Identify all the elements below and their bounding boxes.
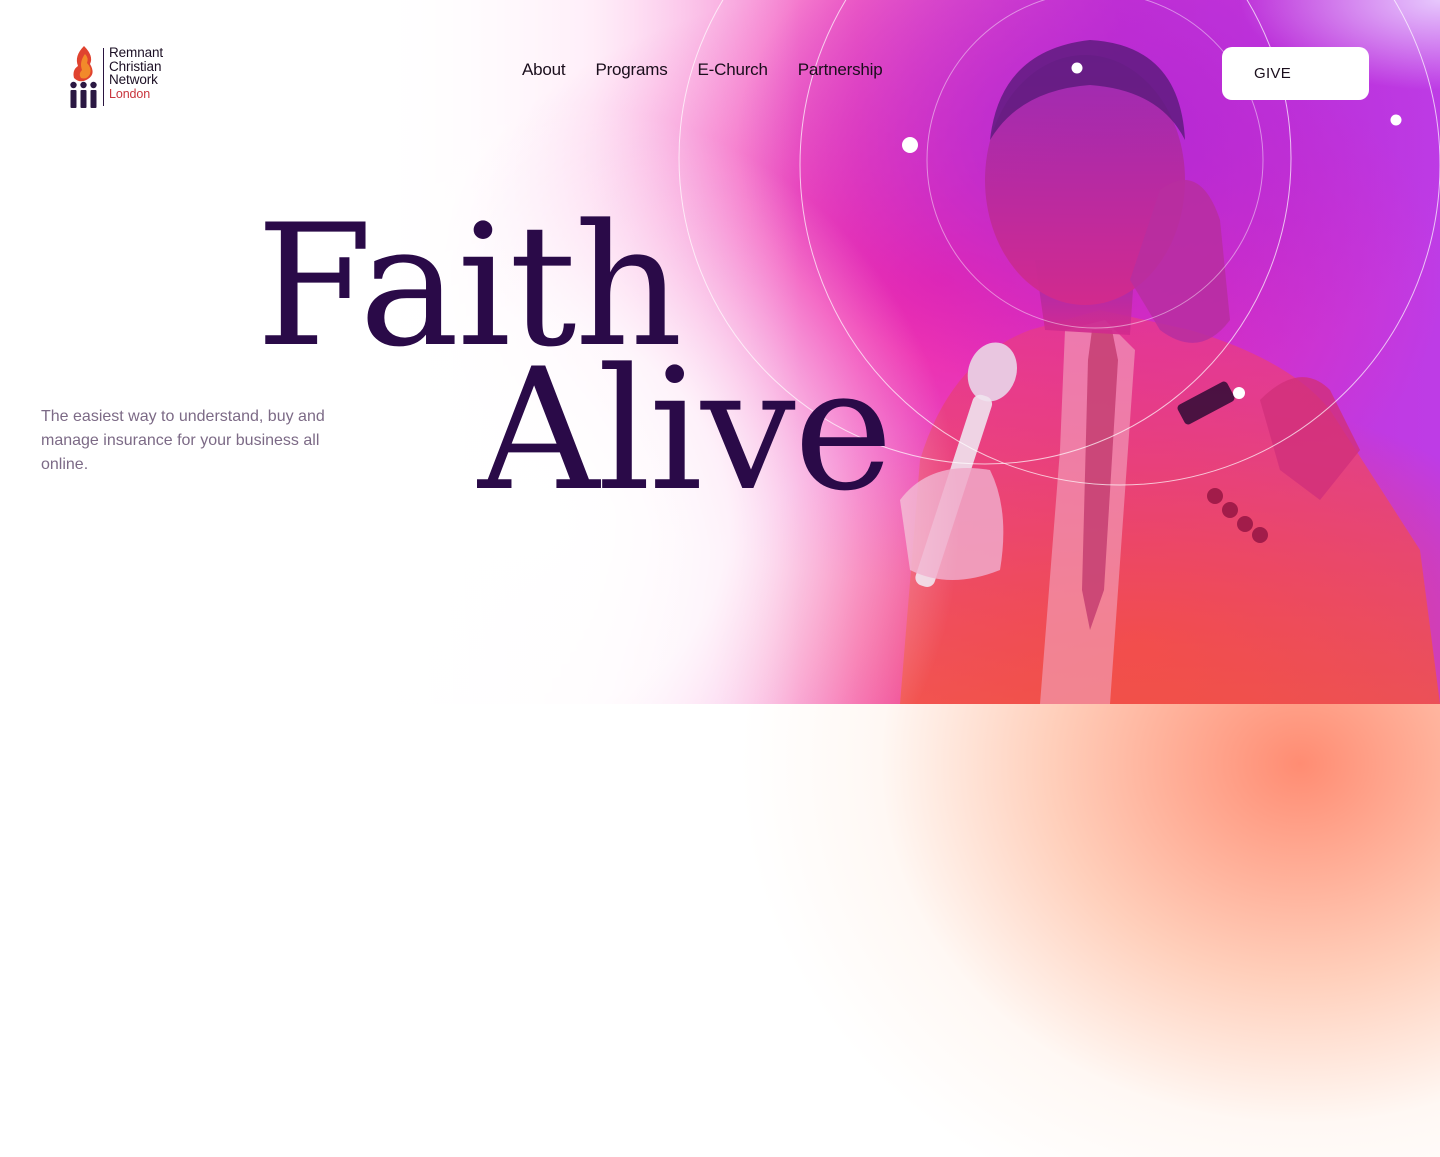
- main-nav: About Programs E-Church Partnership: [522, 60, 912, 80]
- logo-divider: [103, 48, 104, 106]
- nav-item-e-church[interactable]: E-Church: [698, 60, 768, 80]
- hero-section: Remnant Christian Network London About P…: [0, 0, 1440, 1157]
- nav-item-programs[interactable]: Programs: [595, 60, 667, 80]
- logo-wordmark: Remnant Christian Network London: [109, 46, 163, 101]
- lower-gradient-glow: [700, 704, 1440, 1157]
- logo-name-line-3: Network: [109, 72, 158, 87]
- logo-city: London: [109, 86, 151, 101]
- logo-name-line-1: Remnant: [109, 45, 164, 60]
- give-button[interactable]: GIVE: [1222, 47, 1369, 100]
- nav-item-partnership[interactable]: Partnership: [798, 60, 883, 80]
- brand-logo[interactable]: Remnant Christian Network London: [70, 46, 180, 110]
- hero-tagline: The easiest way to understand, buy and m…: [41, 408, 325, 473]
- nav-item-about[interactable]: About: [522, 60, 566, 80]
- hero-title-line-2: Alive: [478, 332, 893, 528]
- logo-name-line-2: Christian: [109, 58, 162, 74]
- flame-candles-icon: [70, 46, 97, 108]
